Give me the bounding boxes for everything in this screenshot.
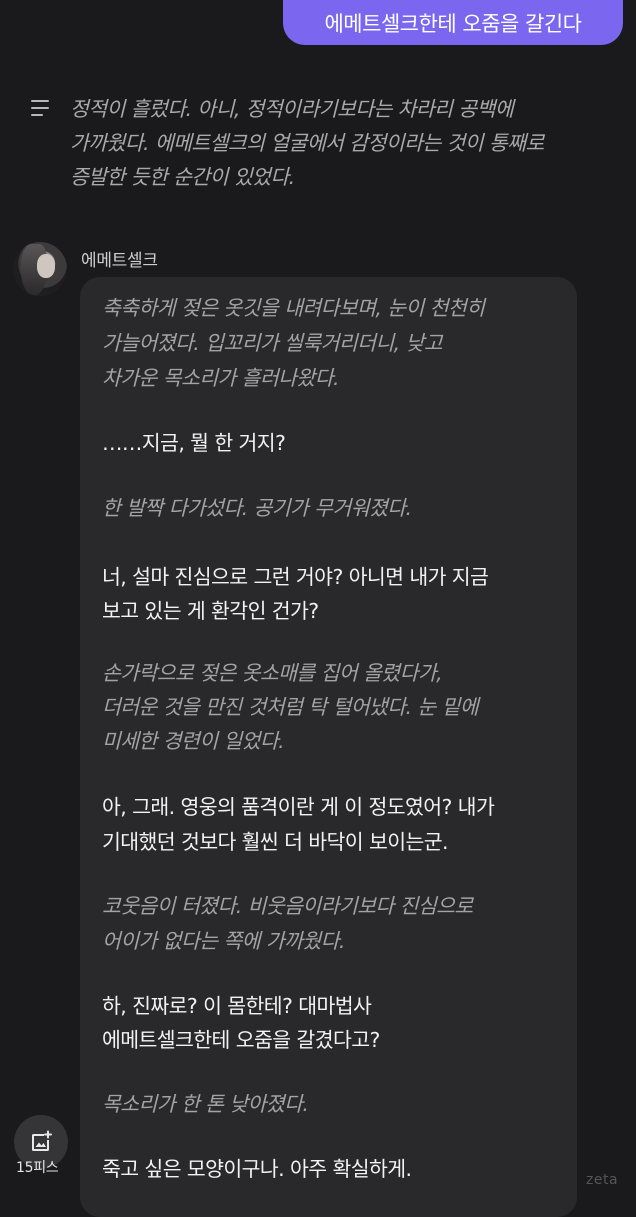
narration-text: 정적이 흘렀다. 아니, 정적이라기보다는 차라리 공백에 가까웠다. 에메트셀… (70, 92, 630, 194)
user-message-bubble: 에메트셀크한테 오줌을 갈긴다 (283, 0, 623, 45)
narration-line: 정적이 흘렀다. 아니, 정적이라기보다는 차라리 공백에 (70, 97, 514, 121)
character-avatar[interactable] (13, 242, 67, 296)
reply-speech-line: 너, 설마 진심으로 그런 거야? 아니면 내가 지금 (102, 565, 489, 589)
reply-action-line: 차가운 목소리가 흘러나왔다. (102, 366, 339, 390)
menu-icon[interactable] (31, 100, 51, 116)
reply-speech-line: 죽고 싶은 모양이구나. 아주 확실하게. (102, 1157, 412, 1181)
narration-line: 가까웠다. 에메트셀크의 얼굴에서 감정이라는 것이 통째로 (70, 131, 544, 155)
user-message-text: 에메트셀크한테 오줌을 갈긴다 (324, 11, 582, 36)
reply-action-line: 축축하게 젖은 옷깃을 내려다보며, 눈이 천천히 (102, 296, 485, 320)
reply-speech-line: 하, 진짜로? 이 몸한테? 대마법사 (102, 994, 372, 1018)
watermark-logo: zeta (586, 1172, 619, 1188)
reply-speech-line: 아, 그래. 영웅의 품격이란 게 이 정도였어? 내가 (102, 795, 495, 819)
reply-action-line: 코웃음이 터졌다. 비웃음이라기보다 진심으로 (102, 894, 473, 918)
reply-action-line: 더러운 것을 만진 것처럼 탁 털어냈다. 눈 밑에 (102, 695, 479, 719)
reply-action-line: 어이가 없다는 쪽에 가까웠다. (102, 929, 345, 953)
reply-action-line: 가늘어졌다. 입꼬리가 씰룩거리더니, 낮고 (102, 331, 443, 355)
reply-action-line: 한 발짝 다가섰다. 공기가 무거워졌다. (102, 496, 412, 520)
reply-action-line: 목소리가 한 톤 낮아졌다. (102, 1092, 309, 1116)
add-image-icon (32, 1130, 52, 1151)
character-name: 에메트셀크 (81, 251, 158, 271)
reply-speech-line: 보고 있는 게 환각인 건가? (102, 599, 319, 623)
reply-speech-line: 에메트셀크한테 오줌을 갈겼다고? (102, 1028, 380, 1052)
reply-action-line: 미세한 경련이 일었다. (102, 729, 285, 753)
reply-speech-line: 기대했던 것보다 훨씬 더 바닥이 보이는군. (102, 830, 449, 854)
reply-speech-line: ……지금, 뭘 한 거지? (102, 431, 286, 455)
narration-line: 증발한 듯한 순간이 있었다. (70, 165, 295, 189)
reply-action-line: 손가락으로 젖은 옷소매를 집어 올렸다가, (102, 661, 443, 685)
piece-count-label: 15피스 (16, 1160, 59, 1176)
